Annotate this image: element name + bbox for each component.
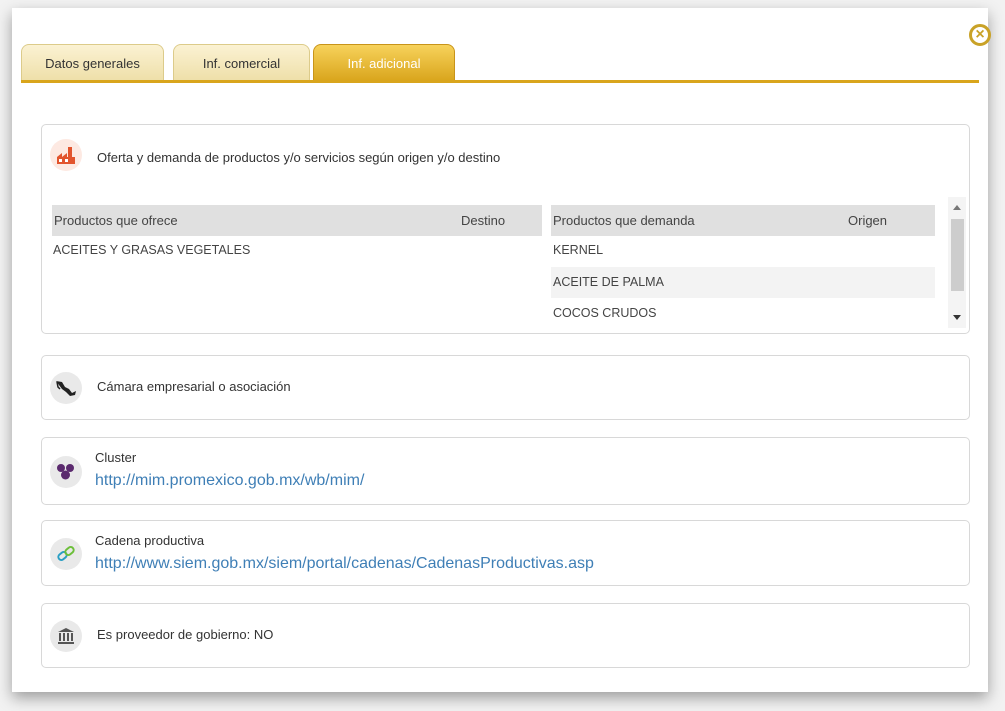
proveedor-label: Es proveedor de gobierno: NO (97, 627, 274, 642)
camara-panel: Cámara empresarial o asociación (41, 355, 970, 420)
factory-icon (50, 139, 82, 171)
cadena-link[interactable]: http://www.siem.gob.mx/siem/portal/caden… (95, 555, 594, 573)
camara-title: Cámara empresarial o asociación (97, 379, 291, 394)
tab-label: Inf. adicional (347, 55, 421, 71)
cadena-title: Cadena productiva (95, 533, 205, 548)
government-building-icon (50, 620, 82, 652)
header-destino: Destino (461, 213, 506, 228)
tab-inf-comercial[interactable]: Inf. comercial (173, 44, 310, 81)
scroll-up-icon[interactable] (953, 205, 961, 210)
ofrece-row-producto: ACEITES Y GRASAS VEGETALES (53, 243, 251, 257)
oferta-demanda-title: Oferta y demanda de productos y/o servic… (97, 150, 501, 165)
tab-label: Datos generales (45, 55, 140, 71)
demanda-row-producto: KERNEL (553, 243, 604, 257)
demanda-table-header: Productos que demanda Origen (551, 205, 935, 236)
oferta-demanda-panel: Oferta y demanda de productos y/o servic… (41, 124, 970, 334)
tab-inf-adicional[interactable]: Inf. adicional (313, 44, 455, 81)
tab-bar: Datos generales Inf. comercial Inf. adic… (21, 44, 979, 81)
header-origen: Origen (848, 213, 888, 228)
demanda-row-producto: COCOS CRUDOS (553, 306, 657, 320)
proveedor-panel: Es proveedor de gobierno: NO (41, 603, 970, 668)
scroll-down-icon[interactable] (953, 315, 961, 320)
dialog (12, 8, 988, 692)
cadena-panel: Cadena productiva http://www.siem.gob.mx… (41, 520, 970, 586)
scroll-thumb[interactable] (951, 219, 964, 291)
header-productos-ofrece: Productos que ofrece (54, 213, 178, 228)
close-symbol: × (975, 26, 985, 43)
demanda-row-producto: ACEITE DE PALMA (553, 275, 664, 289)
ofrece-table-header: Productos que ofrece Destino (52, 205, 542, 236)
tab-label: Inf. comercial (202, 55, 281, 71)
grapes-icon (50, 456, 82, 488)
cluster-title: Cluster (95, 450, 137, 465)
chain-link-icon (50, 538, 82, 570)
cluster-link[interactable]: http://mim.promexico.gob.mx/wb/mim/ (95, 472, 364, 490)
header-productos-demanda: Productos que demanda (553, 213, 695, 228)
cluster-panel: Cluster http://mim.promexico.gob.mx/wb/m… (41, 437, 970, 505)
mexico-map-icon (50, 372, 82, 404)
close-icon[interactable]: × (969, 24, 991, 46)
table-scrollbar[interactable] (948, 197, 966, 328)
tab-underline (21, 80, 979, 83)
tab-datos-generales[interactable]: Datos generales (21, 44, 164, 81)
